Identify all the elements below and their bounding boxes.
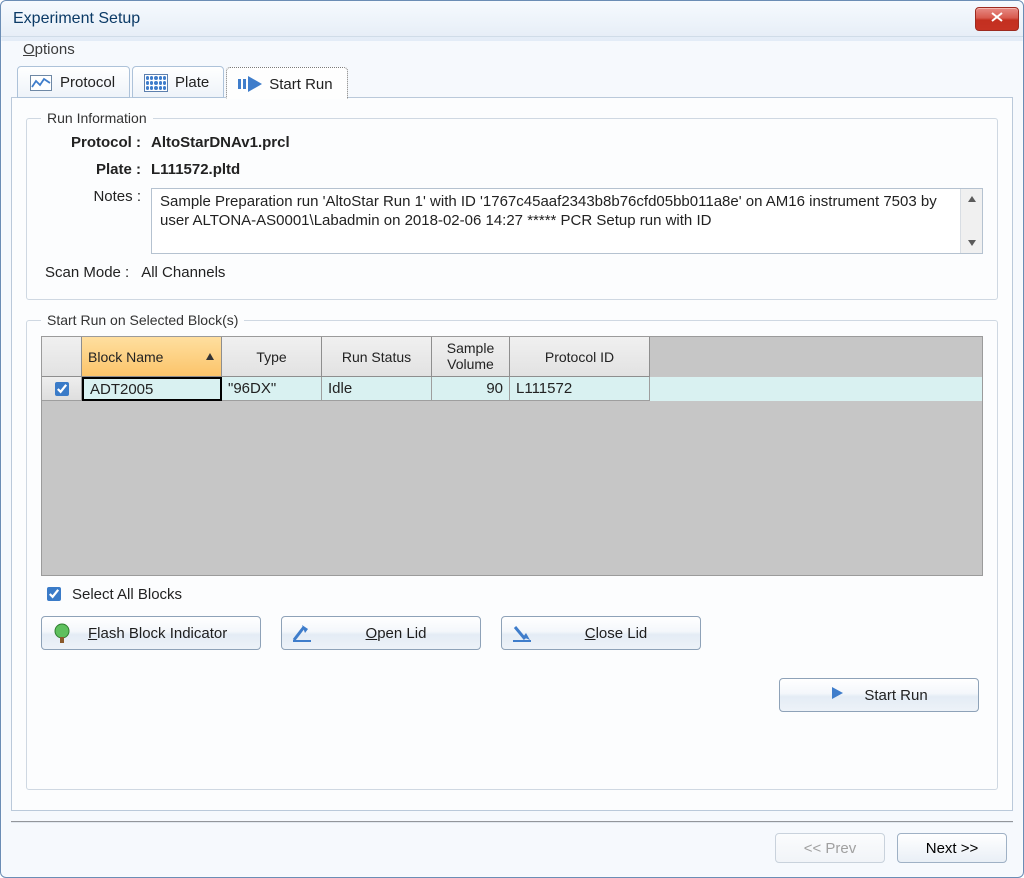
flash-icon xyxy=(50,621,74,645)
start-run-icon xyxy=(237,74,263,94)
close-button[interactable] xyxy=(975,7,1019,31)
notes-scrollbar[interactable] xyxy=(960,189,982,253)
plate-value: L111572.pltd xyxy=(151,161,983,178)
tab-plate-label: Plate xyxy=(175,74,209,91)
blocks-table: Block Name Type Run Status Sample Volume… xyxy=(41,336,983,576)
play-icon xyxy=(830,686,844,704)
tab-protocol[interactable]: Protocol xyxy=(17,66,130,98)
flash-block-indicator-button[interactable]: Flash Block Indicator xyxy=(41,616,261,650)
row-checkbox-cell[interactable] xyxy=(42,377,82,401)
table-header: Block Name Type Run Status Sample Volume… xyxy=(42,337,982,377)
select-all-checkbox[interactable] xyxy=(47,587,61,601)
cell-sample-volume: 90 xyxy=(432,377,510,401)
tabs: Protocol Plate Start Run xyxy=(1,62,1023,98)
cell-run-status: Idle xyxy=(322,377,432,401)
footer-nav: << Prev Next >> xyxy=(11,821,1013,867)
col-select[interactable] xyxy=(42,337,82,377)
col-type[interactable]: Type xyxy=(222,337,322,377)
select-all-row: Select All Blocks xyxy=(41,576,983,612)
run-information-group: Run Information Protocol : AltoStarDNAv1… xyxy=(26,110,998,300)
start-run-button[interactable]: Start Run xyxy=(779,678,979,712)
protocol-icon xyxy=(28,73,54,93)
blocks-legend: Start Run on Selected Block(s) xyxy=(41,312,244,328)
select-all-label: Select All Blocks xyxy=(72,586,182,603)
notes-field[interactable]: Sample Preparation run 'AltoStar Run 1' … xyxy=(151,188,983,254)
menu-options[interactable]: Options xyxy=(23,41,75,58)
menubar: Options xyxy=(1,37,1023,62)
titlebar: Experiment Setup xyxy=(1,1,1023,37)
prev-button: << Prev xyxy=(775,833,885,863)
col-block-name[interactable]: Block Name xyxy=(82,337,222,377)
open-lid-icon xyxy=(290,621,314,645)
sort-asc-icon xyxy=(205,349,215,365)
notes-label: Notes : xyxy=(41,188,151,205)
blocks-group: Start Run on Selected Block(s) Block Nam… xyxy=(26,312,998,790)
cell-protocol-id: L111572 xyxy=(510,377,650,401)
col-sample-volume[interactable]: Sample Volume xyxy=(432,337,510,377)
experiment-setup-window: Experiment Setup Options Protocol Plate xyxy=(0,0,1024,878)
notes-text: Sample Preparation run 'AltoStar Run 1' … xyxy=(152,189,960,253)
tab-plate[interactable]: Plate xyxy=(132,66,224,98)
scan-mode-label: Scan Mode : xyxy=(45,264,129,281)
close-lid-icon xyxy=(510,621,534,645)
close-icon xyxy=(990,10,1004,28)
scan-mode-value: All Channels xyxy=(141,264,225,281)
run-information-legend: Run Information xyxy=(41,110,153,126)
start-run-panel: Run Information Protocol : AltoStarDNAv1… xyxy=(11,97,1013,811)
col-protocol-id[interactable]: Protocol ID xyxy=(510,337,650,377)
tab-protocol-label: Protocol xyxy=(60,74,115,91)
scroll-up-icon[interactable] xyxy=(961,189,982,209)
protocol-label: Protocol : xyxy=(41,134,151,151)
table-row[interactable]: ADT2005 "96DX" Idle 90 L111572 xyxy=(42,377,982,401)
col-run-status[interactable]: Run Status xyxy=(322,337,432,377)
plate-label: Plate : xyxy=(41,161,151,178)
tab-start-run-label: Start Run xyxy=(269,76,332,93)
open-lid-button[interactable]: Open Lid xyxy=(281,616,481,650)
cell-type: "96DX" xyxy=(222,377,322,401)
row-checkbox[interactable] xyxy=(55,382,69,396)
plate-icon xyxy=(143,73,169,93)
scroll-down-icon[interactable] xyxy=(961,233,982,253)
protocol-value: AltoStarDNAv1.prcl xyxy=(151,134,983,151)
cell-block-name[interactable]: ADT2005 xyxy=(82,377,222,401)
window-title: Experiment Setup xyxy=(13,10,140,28)
next-button[interactable]: Next >> xyxy=(897,833,1007,863)
close-lid-button[interactable]: Close Lid xyxy=(501,616,701,650)
block-buttons: Flash Block Indicator Open Lid Close Lid xyxy=(41,612,983,654)
tab-start-run[interactable]: Start Run xyxy=(226,67,347,99)
